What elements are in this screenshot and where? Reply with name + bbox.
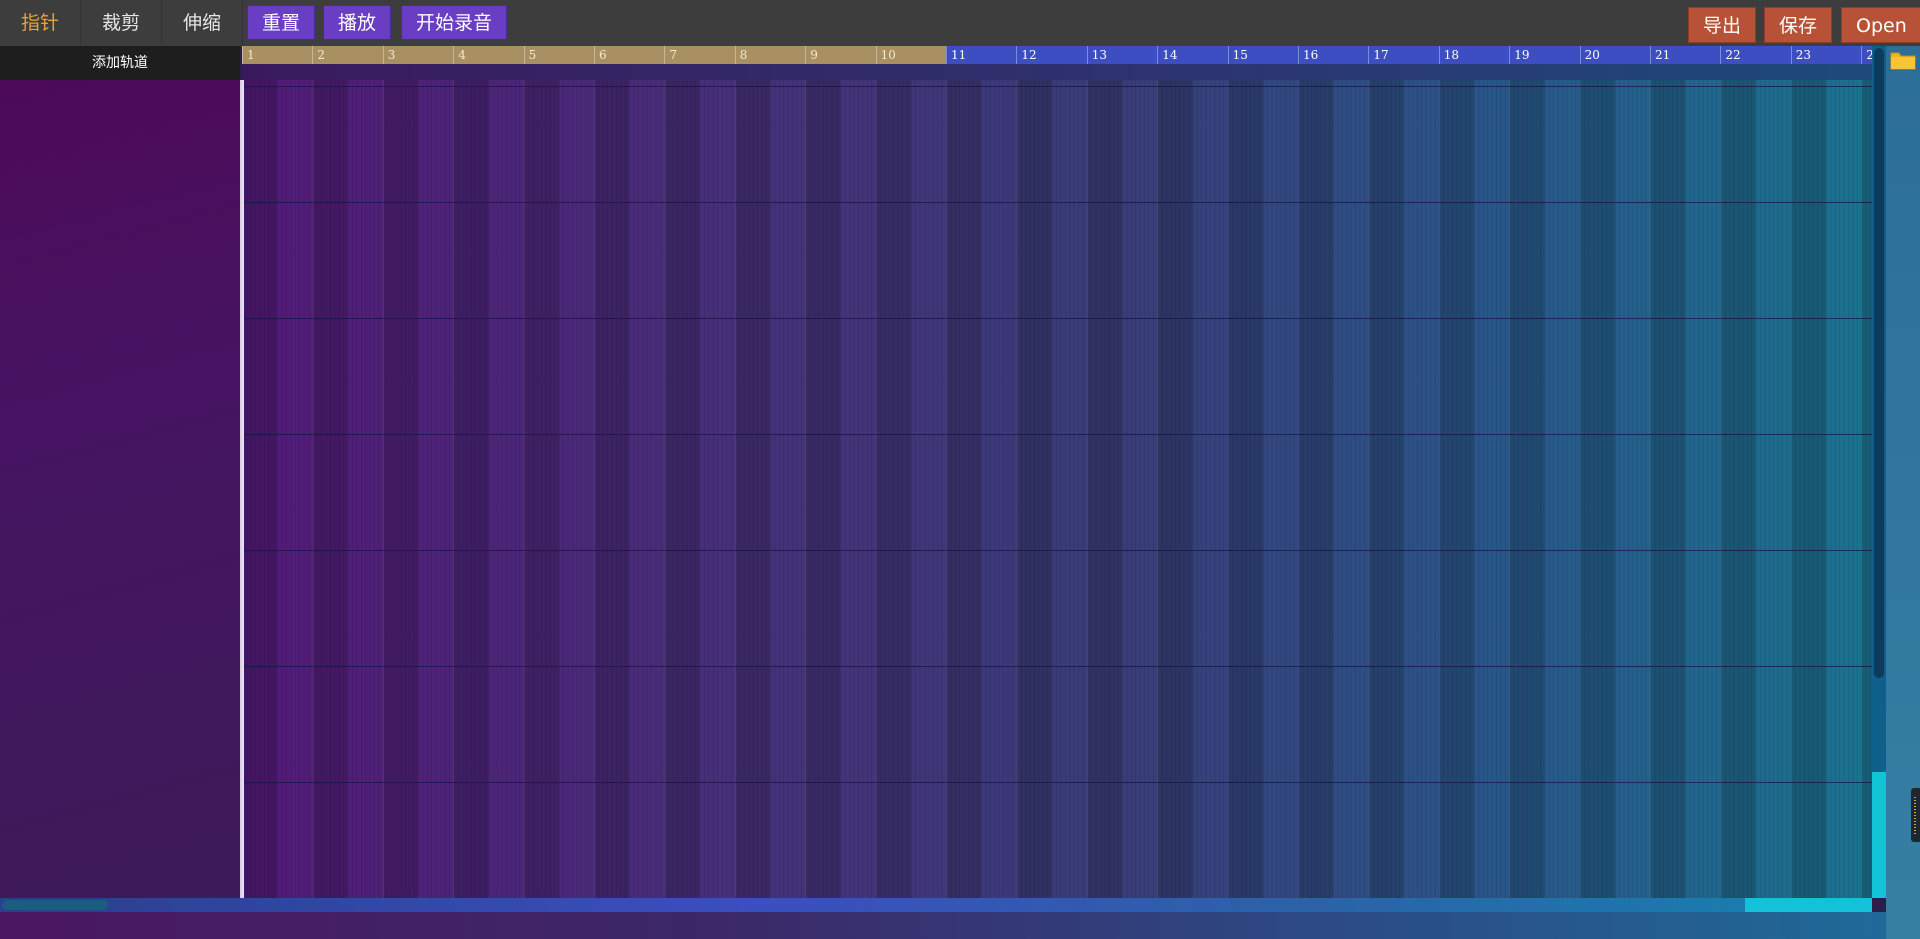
stretch-tool-tab[interactable]: 伸缩 [162, 0, 243, 46]
bottom-strip [0, 912, 1886, 939]
add-track-button[interactable]: 添加轨道 [0, 46, 240, 80]
timeline-ruler[interactable]: 1 2 3 4 5 6 7 8 9 10 11 12 13 14 15 16 17 18 19 20 21 22 23 2 [242, 46, 1874, 64]
side-panel-handle[interactable] [1911, 788, 1920, 842]
save-button[interactable]: 保存 [1764, 7, 1833, 43]
ruler-measure-17[interactable]: 17 [1368, 46, 1440, 64]
ruler-measure-5[interactable]: 5 [523, 46, 595, 64]
ruler-measure-13[interactable]: 13 [1086, 46, 1158, 64]
ruler-measure-6[interactable]: 6 [594, 46, 665, 64]
ruler-measure-15[interactable]: 15 [1227, 46, 1299, 64]
ruler-measure-11[interactable]: 11 [946, 46, 1017, 64]
reset-button[interactable]: 重置 [247, 5, 316, 40]
ruler-measure-10[interactable]: 10 [875, 46, 947, 64]
vertical-scrollbar-thumb[interactable] [1874, 48, 1884, 678]
ruler-measure-20[interactable]: 20 [1579, 46, 1651, 64]
open-button[interactable]: Open [1841, 7, 1920, 43]
track-list-panel [0, 80, 240, 898]
start-recording-button[interactable]: 开始录音 [401, 5, 508, 40]
play-button[interactable]: 播放 [323, 5, 392, 40]
horizontal-scrollbar-end[interactable] [1745, 898, 1872, 912]
ruler-measure-18[interactable]: 18 [1438, 46, 1510, 64]
ruler-measure-19[interactable]: 19 [1509, 46, 1581, 64]
ruler-measure-23[interactable]: 23 [1790, 46, 1862, 64]
vertical-scrollbar-lower[interactable] [1872, 772, 1886, 898]
ruler-measure-14[interactable]: 14 [1157, 46, 1229, 64]
ruler-marker-lane[interactable] [242, 64, 1872, 80]
ruler-measure-21[interactable]: 21 [1650, 46, 1721, 64]
export-button[interactable]: 导出 [1688, 7, 1757, 43]
ruler-measure-8[interactable]: 8 [734, 46, 806, 64]
ruler-measure-22[interactable]: 22 [1720, 46, 1792, 64]
ruler-measure-3[interactable]: 3 [382, 46, 454, 64]
playhead[interactable] [242, 80, 244, 898]
ruler-measure-12[interactable]: 12 [1016, 46, 1088, 64]
toolbar: 指针 裁剪 伸缩 重置 播放 开始录音 导出 保存 Open [0, 0, 1920, 47]
timeline-grid [242, 80, 1872, 898]
ruler-measure-1[interactable]: 1 [242, 46, 313, 64]
crop-tool-tab[interactable]: 裁剪 [81, 0, 162, 46]
folder-icon[interactable] [1890, 50, 1916, 70]
ruler-measure-7[interactable]: 7 [664, 46, 736, 64]
ruler-measure-16[interactable]: 16 [1298, 46, 1369, 64]
pointer-tool-tab[interactable]: 指针 [0, 0, 81, 46]
timeline-area[interactable] [242, 80, 1872, 898]
horizontal-scrollbar-track[interactable] [0, 898, 1872, 912]
ruler-measure-24[interactable]: 2 [1861, 46, 1874, 64]
ruler-measure-2[interactable]: 2 [312, 46, 384, 64]
ruler-measure-9[interactable]: 9 [805, 46, 877, 64]
horizontal-scrollbar-thumb[interactable] [2, 900, 108, 910]
ruler-measure-4[interactable]: 4 [453, 46, 525, 64]
